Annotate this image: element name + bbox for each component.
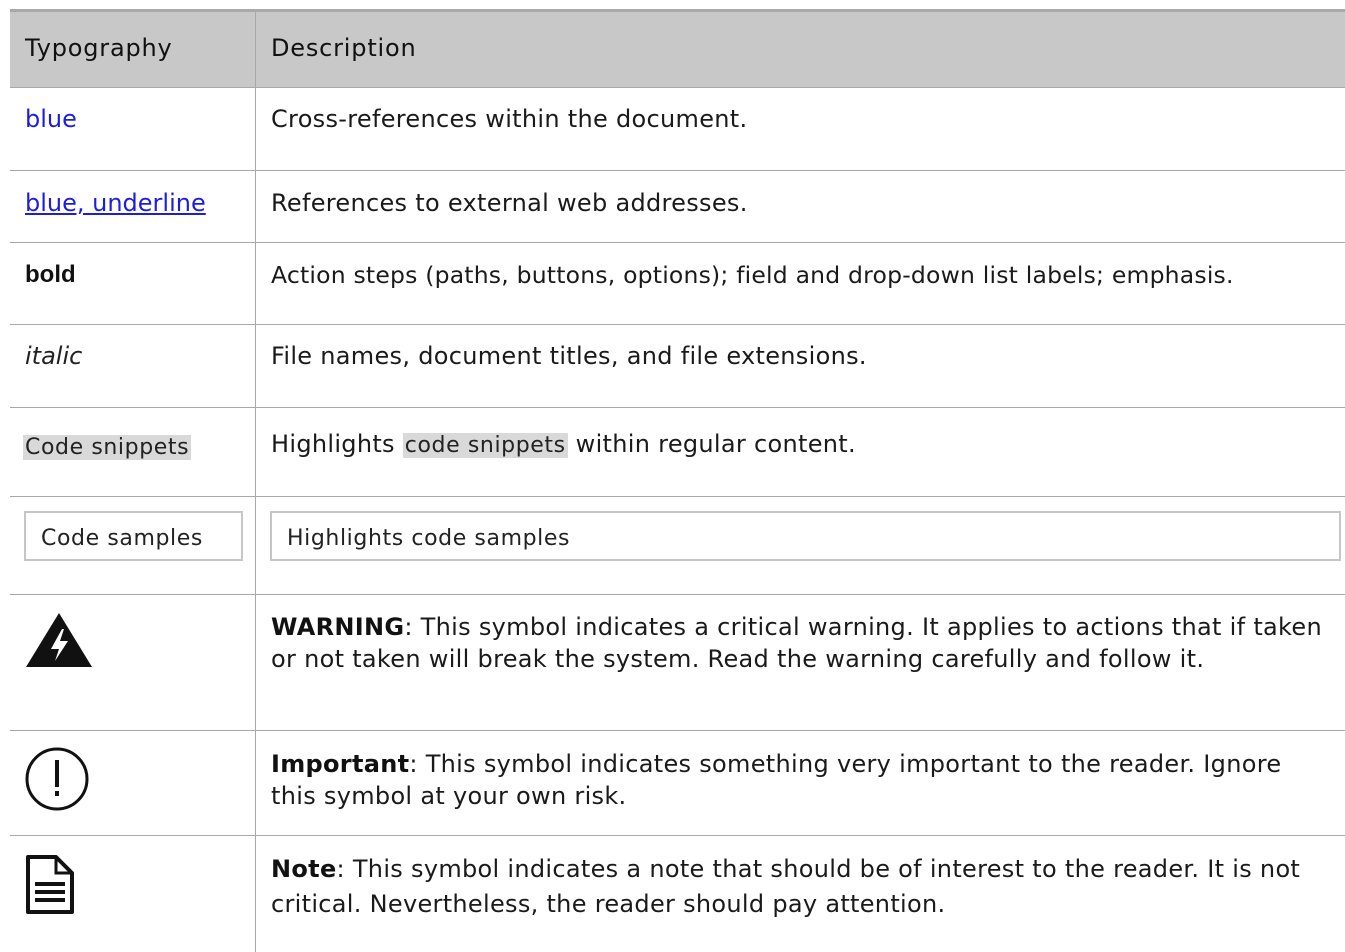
typography-cell: italic [10, 325, 256, 407]
typography-cell [10, 731, 256, 835]
typography-cell: blue [10, 88, 256, 170]
typography-cell: Code snippets [10, 408, 256, 496]
header-cell-description: Description [256, 12, 1345, 87]
table-row: italic File names, document titles, and … [10, 325, 1345, 408]
table-row: Code samples Highlights code samples [10, 497, 1345, 595]
code-sample-box: Highlights code samples [270, 511, 1341, 561]
description-text: Cross-references within the document. [271, 105, 748, 133]
description-cell: Cross-references within the document. [256, 88, 1345, 170]
table-row: blue Cross-references within the documen… [10, 88, 1345, 171]
table-row: Important: This symbol indicates somethi… [10, 731, 1345, 836]
description-text: WARNING: This symbol indicates a critica… [271, 613, 1322, 673]
header-cell-typography: Typography [10, 12, 256, 87]
description-text: References to external web addresses. [271, 189, 748, 217]
description-cell: Important: This symbol indicates somethi… [256, 731, 1345, 835]
example-bold: bold [25, 261, 76, 288]
typography-cell: Code samples [10, 497, 256, 594]
description-text: File names, document titles, and file ex… [271, 342, 867, 370]
example-code-sample-box: Code samples [24, 511, 243, 561]
description-text: Action steps (paths, buttons, options); … [271, 261, 1234, 289]
example-code-snippet: Code snippets [23, 435, 192, 460]
inline-code-snippet: code snippets [402, 433, 568, 458]
description-cell: Highlights code snippets within regular … [256, 408, 1345, 496]
description-cell: Highlights code samples [256, 497, 1345, 594]
typography-cell [10, 595, 256, 730]
description-cell: Action steps (paths, buttons, options); … [256, 243, 1345, 324]
header-description: Description [271, 34, 417, 62]
typography-conventions-table: Typography Description blue Cross-refere… [10, 9, 1345, 952]
table-row: blue, underline References to external w… [10, 171, 1345, 243]
typography-cell: bold [10, 243, 256, 324]
note-document-icon [26, 855, 74, 914]
description-text: Highlights code snippets within regular … [271, 430, 856, 458]
important-keyword: Important [271, 750, 410, 778]
description-cell: Note: This symbol indicates a note that … [256, 836, 1345, 952]
example-blue[interactable]: blue [25, 103, 77, 135]
example-italic: italic [25, 342, 83, 370]
important-exclamation-icon [25, 747, 89, 811]
warning-keyword: WARNING [271, 613, 405, 641]
table-header-row: Typography Description [10, 12, 1345, 88]
table-row: bold Action steps (paths, buttons, optio… [10, 243, 1345, 325]
description-text: Important: This symbol indicates somethi… [271, 750, 1282, 810]
description-cell: File names, document titles, and file ex… [256, 325, 1345, 407]
typography-cell: blue, underline [10, 171, 256, 242]
note-keyword: Note [271, 855, 337, 883]
description-text: Note: This symbol indicates a note that … [271, 855, 1301, 918]
typography-cell [10, 836, 256, 952]
table-row: Note: This symbol indicates a note that … [10, 836, 1345, 952]
header-typography: Typography [25, 34, 173, 62]
table-row: WARNING: This symbol indicates a critica… [10, 595, 1345, 731]
warning-lightning-icon [26, 613, 92, 667]
table-row: Code snippets Highlights code snippets w… [10, 408, 1345, 497]
description-cell: WARNING: This symbol indicates a critica… [256, 595, 1345, 730]
description-cell: References to external web addresses. [256, 171, 1345, 242]
example-blue-underline-link[interactable]: blue, underline [25, 187, 206, 219]
